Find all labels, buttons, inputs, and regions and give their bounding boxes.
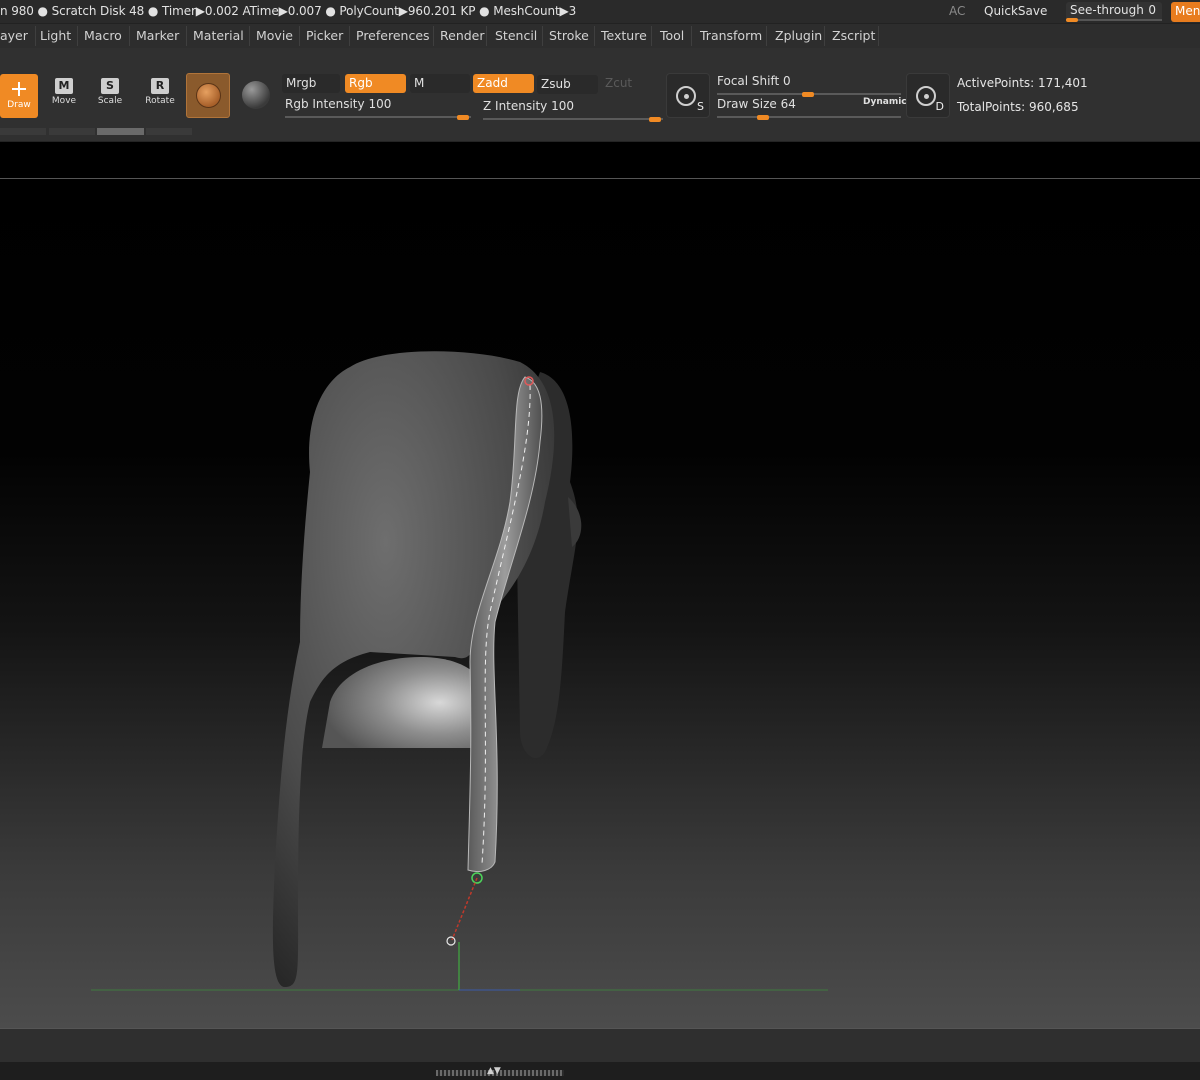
rotate-button[interactable]: R Rotate: [140, 74, 180, 118]
dynamic-toggle[interactable]: Dynamic: [863, 97, 907, 107]
active-points: ActivePoints: 171,401: [957, 76, 1088, 90]
rgb-intensity-text: Rgb Intensity 100: [285, 97, 391, 111]
status-readout: n 980 ● Scratch Disk 48 ● Timer▶0.002 AT…: [0, 4, 577, 18]
focal-d-letter: D: [935, 100, 944, 113]
rotate-icon: R: [151, 78, 169, 94]
mrgb-toggle[interactable]: Mrgb: [282, 74, 340, 93]
z-intensity-text: Z Intensity 100: [483, 99, 574, 113]
rgb-intensity-label: Rgb Intensity: [285, 97, 365, 111]
see-through-slider[interactable]: See-through 0: [1066, 2, 1162, 22]
move-button[interactable]: M Move: [44, 74, 84, 118]
mini-tab-4[interactable]: [146, 128, 192, 135]
focal-s-letter: S: [697, 100, 704, 113]
menu-zplugin[interactable]: Zplugin: [775, 26, 825, 46]
menu-layer[interactable]: ayer: [0, 26, 36, 46]
focal-shift-slider[interactable]: Focal Shift 0: [717, 74, 901, 97]
menu-zscript[interactable]: Zscript: [832, 26, 879, 46]
menu-tool[interactable]: Tool: [660, 26, 692, 46]
draw-size-label: Draw Size: [717, 97, 777, 111]
menu-stroke[interactable]: Stroke: [549, 26, 595, 46]
focal-shift-text: Focal Shift 0: [717, 74, 791, 88]
rgb-toggle[interactable]: Rgb: [345, 74, 406, 93]
viewport-canvas[interactable]: [0, 142, 1200, 1028]
focal-shift-icon-button[interactable]: S: [666, 73, 710, 118]
total-points: TotalPoints: 960,685: [957, 100, 1079, 114]
footer-bar: ▲▼: [0, 1062, 1200, 1080]
mini-tab-3[interactable]: [97, 128, 144, 135]
crosshair-icon: [12, 82, 26, 96]
zcut-toggle[interactable]: Zcut: [601, 74, 661, 93]
rgb-intensity-slider[interactable]: Rgb Intensity 100: [285, 97, 471, 120]
move-label: Move: [51, 96, 77, 106]
menu-macro[interactable]: Macro: [84, 26, 130, 46]
menu-marker[interactable]: Marker: [136, 26, 187, 46]
menu-transform[interactable]: Transform: [700, 26, 767, 46]
see-through-track: [1066, 19, 1162, 21]
scale-button[interactable]: S Scale: [90, 74, 130, 118]
brush-selector[interactable]: [186, 73, 230, 118]
brush-icon: [196, 83, 221, 108]
rgb-intensity-track: [285, 116, 471, 118]
total-points-label: TotalPoints:: [957, 100, 1026, 114]
neck-base-shape: [322, 657, 490, 748]
rgb-intensity-value: 100: [368, 97, 392, 111]
quicksave-button[interactable]: QuickSave: [984, 4, 1047, 18]
move-icon: M: [55, 78, 73, 94]
mini-tab-2[interactable]: [49, 128, 95, 135]
sculpt-model[interactable]: [0, 142, 1200, 1028]
material-selector[interactable]: [236, 73, 276, 118]
top-shelf: Draw M Move S Scale R Rotate Mrgb Rgb M …: [0, 48, 1200, 142]
status-bar: n 980 ● Scratch Disk 48 ● Timer▶0.002 AT…: [0, 0, 1200, 24]
menu-material[interactable]: Material: [193, 26, 250, 46]
z-intensity-value: 100: [551, 99, 574, 113]
draw-size-knob[interactable]: [757, 115, 769, 120]
zsub-toggle[interactable]: Zsub: [537, 75, 598, 94]
draw-size-icon-button[interactable]: D: [906, 73, 950, 118]
ac-button[interactable]: AC: [949, 4, 965, 18]
draw-label: Draw: [7, 100, 31, 110]
draw-button[interactable]: Draw: [0, 74, 38, 118]
draw-size-track: [717, 116, 901, 118]
menu-light[interactable]: Light: [40, 26, 78, 46]
draw-size-value: 64: [780, 97, 796, 111]
z-intensity-knob[interactable]: [649, 117, 661, 122]
scale-label: Scale: [97, 96, 123, 106]
m-toggle[interactable]: M: [410, 74, 470, 93]
scale-icon: S: [101, 78, 119, 94]
material-sphere-icon: [242, 81, 270, 109]
menu-picker[interactable]: Picker: [306, 26, 350, 46]
menu-stencil[interactable]: Stencil: [495, 26, 543, 46]
draw-dot-icon: [924, 94, 929, 99]
menu-render[interactable]: Render: [440, 26, 487, 46]
curve-handle-line: [451, 877, 478, 941]
focal-shift-label: Focal Shift: [717, 74, 780, 88]
focal-shift-value: 0: [783, 74, 791, 88]
draw-size-text: Draw Size 64: [717, 97, 796, 111]
menu-preferences[interactable]: Preferences: [356, 26, 434, 46]
toggle-arrows-icon[interactable]: ▲▼: [487, 1066, 501, 1076]
z-intensity-track: [483, 118, 663, 120]
menu-movie[interactable]: Movie: [256, 26, 300, 46]
active-points-value: 171,401: [1038, 76, 1088, 90]
active-points-label: ActivePoints:: [957, 76, 1035, 90]
curve-handle-point: [446, 936, 456, 946]
menu-texture[interactable]: Texture: [601, 26, 652, 46]
mini-tab-1[interactable]: [0, 128, 46, 135]
zadd-toggle[interactable]: Zadd: [473, 74, 534, 93]
focal-dot-icon: [684, 94, 689, 99]
z-intensity-label: Z Intensity: [483, 99, 548, 113]
see-through-knob[interactable]: [1066, 18, 1078, 22]
rgb-intensity-knob[interactable]: [457, 115, 469, 120]
menu-bar: ayer Light Macro Marker Material Movie P…: [0, 24, 1200, 48]
see-through-label: See-through: [1070, 3, 1144, 17]
bottom-shelf: [0, 1028, 1200, 1062]
menus-button[interactable]: Men: [1171, 2, 1200, 22]
see-through-value: 0: [1148, 3, 1156, 17]
z-intensity-slider[interactable]: Z Intensity 100: [483, 99, 663, 122]
rotate-label: Rotate: [145, 96, 175, 106]
total-points-value: 960,685: [1028, 100, 1079, 114]
